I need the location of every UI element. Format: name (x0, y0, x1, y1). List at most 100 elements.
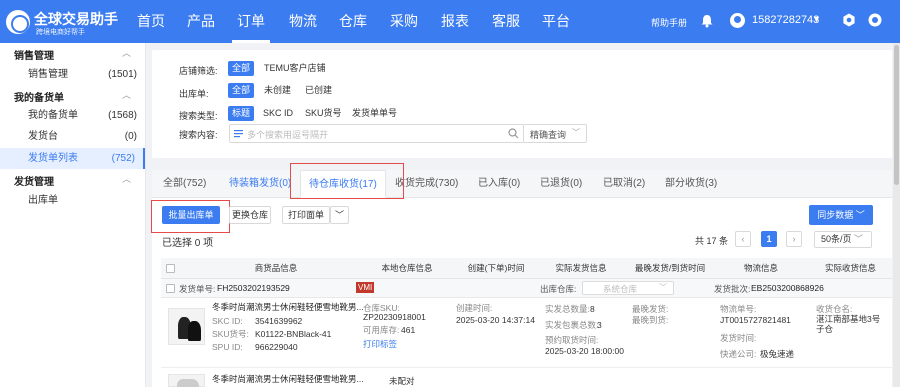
product-image[interactable] (168, 374, 205, 387)
sidebar-item-shipping-desk[interactable]: 发货台 (0) (0, 126, 145, 147)
nav-home[interactable]: 首页 (132, 0, 170, 43)
receive-warehouse-value: 湛江南部基地3号子仓 (816, 314, 881, 334)
nav-reports[interactable]: 报表 (436, 0, 474, 43)
outbound-warehouse-select[interactable]: 系统仓库 ﹀ (582, 281, 674, 295)
caret-down-icon[interactable]: ▼ (812, 14, 821, 24)
gear-icon[interactable] (842, 13, 856, 27)
total-count: 共 17 条 (695, 236, 729, 246)
prev-page-button[interactable]: ‹ (735, 231, 751, 247)
search-type-title[interactable]: 标题 (228, 106, 255, 121)
store-filter-label: 店铺筛选: (179, 66, 218, 76)
sidebar-item-label: 我的备货单 (28, 110, 78, 121)
order-checkbox[interactable] (166, 284, 175, 293)
store-opt-temu[interactable]: TEMU客户店铺 (264, 61, 326, 76)
sidebar-group-shipping[interactable]: 发货管理 (14, 173, 54, 188)
tab-pending-pack[interactable]: 待装箱发货(0) (229, 170, 291, 198)
receive-warehouse-label: 收货仓名: (816, 304, 853, 314)
sync-data-button[interactable]: 同步数据 ﹀ (809, 205, 873, 225)
skc-value: 3541639962 (255, 316, 303, 326)
tab-partial[interactable]: 部分收货(3) (665, 170, 717, 198)
col-logistics: 物流信息 (743, 263, 778, 273)
tab-returned[interactable]: 已退货(0) (540, 170, 582, 198)
nav-warehouse[interactable]: 仓库 (334, 0, 372, 43)
shipment-no-label: 发货单号: (179, 284, 216, 294)
sidebar-item-count: (0) (124, 131, 137, 142)
page-scrollbar-thumb[interactable] (894, 45, 899, 185)
spu-value: 966229040 (255, 342, 298, 352)
nav-platform[interactable]: 平台 (537, 0, 575, 43)
product-image[interactable] (168, 308, 205, 345)
search-type-skc[interactable]: SKC ID (263, 106, 293, 121)
search-icon[interactable] (508, 128, 519, 139)
chevron-down-icon: ﹀ (855, 210, 865, 220)
page-size-value: 50条/页 (821, 234, 852, 244)
tab-cancelled[interactable]: 已取消(2) (603, 170, 645, 198)
nav-products[interactable]: 产品 (182, 0, 220, 43)
theme-icon[interactable] (868, 13, 882, 27)
col-product: 商货品信息 (254, 263, 298, 273)
stock-value: 461 (401, 325, 416, 335)
user-avatar-icon[interactable] (730, 13, 745, 28)
order-group-row: 发货单号: FH2503202193529 VMI 出库仓库: 系统仓库 ﹀ 发… (161, 279, 892, 298)
outbound-filter-label: 出库单: (179, 89, 209, 99)
warehouse-label: 出库仓库: (540, 284, 577, 294)
tab-received[interactable]: 收货完成(730) (395, 170, 458, 198)
product-title[interactable]: 冬季时尚潮流男士休闲鞋轻便雪地靴男... (212, 302, 364, 312)
latest-arrive-label: 最晚到货: (632, 315, 669, 325)
sidebar-item-sales[interactable]: 销售管理 (1501) (0, 64, 145, 85)
nav-purchasing[interactable]: 采购 (385, 0, 423, 43)
sidebar-item-shipment-list[interactable]: 发货单列表 (752) (0, 148, 145, 169)
page-1-button[interactable]: 1 (761, 231, 777, 247)
outbound-opt-all[interactable]: 全部 (228, 83, 255, 98)
table-row: 冬季时尚潮流男士休闲鞋轻便雪地靴男... SKC ID: 3541639962 … (161, 298, 892, 368)
nav-customer-service[interactable]: 客服 (487, 0, 525, 43)
sidebar-item-outbound[interactable]: 出库单 (0, 190, 145, 211)
search-type-shipment-no[interactable]: 发货单单号 (352, 106, 397, 121)
print-dropdown-button[interactable]: ﹀ (330, 206, 349, 224)
shoe-shape (188, 321, 201, 341)
help-manual-link[interactable]: 帮助手册 (651, 16, 687, 29)
ship-qty-label: 实发总数量: (545, 304, 590, 314)
outbound-opt-created[interactable]: 已创建 (305, 83, 332, 98)
sidebar: 销售管理 ︿ 销售管理 (1501) 我的备货单 ︿ 我的备货单 (1568) … (0, 43, 146, 387)
batch-label: 发货批次: (714, 284, 751, 294)
user-phone[interactable]: 15827282743 (752, 14, 819, 26)
search-type-sku[interactable]: SKU货号 (305, 106, 342, 121)
nav-orders[interactable]: 订单 (232, 0, 270, 43)
logo-subtitle: 跨境电商好帮手 (36, 29, 85, 36)
select-all-checkbox[interactable] (166, 264, 175, 273)
tab-all[interactable]: 全部(752) (163, 170, 206, 198)
sku-label: SKU货号: (212, 329, 249, 339)
globe-icon (6, 10, 30, 34)
print-tag-link[interactable]: 打印标签 (363, 339, 397, 349)
sidebar-group-stock-orders[interactable]: 我的备货单 (14, 89, 64, 104)
chevron-up-icon[interactable]: ︿ (122, 172, 131, 185)
sidebar-group-sales[interactable]: 销售管理 (14, 47, 54, 62)
sync-label: 同步数据 (817, 210, 854, 220)
match-mode-select[interactable]: 精确查询 ﹀ (524, 124, 587, 143)
page-size-select[interactable]: 50条/页 ﹀ (814, 231, 872, 248)
col-created-time: 创建(下单)时间 (467, 263, 525, 273)
match-mode-value: 精确查询 (530, 130, 567, 140)
product-title[interactable]: 冬季时尚潮流男士休闲鞋轻便雪地靴男... (212, 374, 364, 384)
chevron-up-icon[interactable]: ︿ (122, 88, 131, 101)
filter-panel: 店铺筛选: 全部 TEMU客户店铺 出库单: 全部 未创建 已创建 搜索类型: … (152, 50, 892, 158)
sidebar-item-my-stock-orders[interactable]: 我的备货单 (1568) (0, 105, 145, 126)
outbound-opt-not-created[interactable]: 未创建 (264, 83, 291, 98)
logistics-no-label: 物流单号: (720, 304, 757, 314)
change-warehouse-button[interactable]: 更换仓库 (229, 206, 271, 224)
ship-time-label: 发货时间: (720, 333, 757, 343)
store-opt-all[interactable]: 全部 (228, 61, 255, 76)
created-label: 创建时间: (456, 303, 493, 313)
nav-logistics[interactable]: 物流 (284, 0, 322, 43)
chevron-up-icon[interactable]: ︿ (122, 46, 131, 59)
sidebar-item-count: (1568) (108, 110, 137, 121)
bell-icon[interactable] (700, 14, 714, 28)
search-input[interactable]: 多个搜索用逗号隔开 (229, 124, 524, 143)
next-page-button[interactable]: › (786, 231, 802, 247)
sidebar-item-count: (1501) (108, 69, 137, 80)
tab-stocked-in[interactable]: 已入库(0) (478, 170, 520, 198)
app-logo[interactable]: 全球交易助手 跨境电商好帮手 (6, 7, 126, 37)
print-label-button[interactable]: 打印面单 (282, 206, 330, 224)
sidebar-item-label: 出库单 (28, 195, 58, 206)
